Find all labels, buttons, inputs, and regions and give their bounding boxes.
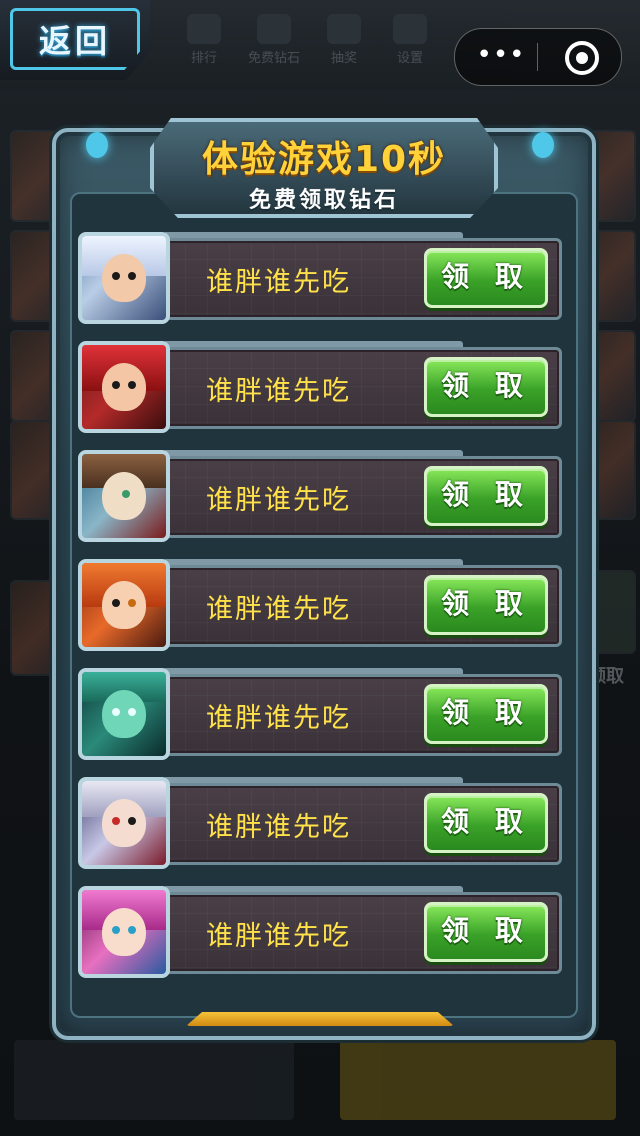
game-list-item: 谁胖谁先吃 领 取 [78, 886, 562, 978]
nav-lottery-label: 抽奖 [330, 51, 357, 66]
rank-icon [187, 14, 221, 44]
close-miniprogram-button[interactable] [565, 41, 599, 75]
avatar-eye [112, 381, 120, 389]
avatar-eye [128, 272, 136, 280]
nav-rank: 排行 [174, 14, 234, 66]
game-avatar [78, 886, 170, 978]
avatar-face [102, 690, 146, 738]
avatar-eye [112, 817, 120, 825]
diamond-icon [257, 14, 291, 44]
avatar-eye [128, 926, 136, 934]
dialog-title-plaque: 体验游戏10秒 免费领取钻石 [150, 118, 498, 218]
game-title: 谁胖谁先吃 [206, 267, 351, 298]
gear-icon [393, 14, 427, 44]
claim-button[interactable]: 领 取 [424, 684, 548, 744]
avatar-eye [128, 381, 136, 389]
game-avatar [78, 559, 170, 651]
claim-button[interactable]: 领 取 [424, 902, 548, 962]
game-list-item: 谁胖谁先吃 领 取 [78, 232, 562, 324]
background-bottom-right [340, 1040, 616, 1120]
game-list-item: 谁胖谁先吃 领 取 [78, 341, 562, 433]
dialog-subtitle: 免费领取钻石 [248, 188, 399, 213]
claim-button[interactable]: 领 取 [424, 575, 548, 635]
game-avatar [78, 777, 170, 869]
game-title: 谁胖谁先吃 [206, 921, 351, 952]
avatar-face [102, 363, 146, 411]
dialog-title: 体验游戏10秒 [201, 139, 447, 180]
nav-free-diamonds-label: 免费钻石 [247, 51, 300, 66]
avatar-face [102, 254, 146, 302]
nav-settings-label: 设置 [396, 51, 423, 66]
avatar-eye [112, 926, 120, 934]
game-avatar [78, 668, 170, 760]
capsule-divider [537, 43, 538, 71]
game-list-item: 谁胖谁先吃 领 取 [78, 559, 562, 651]
game-list-item: 谁胖谁先吃 领 取 [78, 450, 562, 542]
game-screen: 排行 免费钻石 抽奖 设置 领取 返回 ••• 体验游戏10秒 免费领取钻石 谁… [0, 0, 640, 1136]
game-avatar [78, 450, 170, 542]
nav-free-diamonds: 免费钻石 [244, 14, 304, 66]
nav-lottery: 抽奖 [314, 14, 374, 66]
claim-button[interactable]: 领 取 [424, 466, 548, 526]
avatar-eye [122, 490, 130, 498]
background-bottom-left [14, 1040, 294, 1120]
nav-settings: 设置 [380, 14, 440, 66]
game-title: 谁胖谁先吃 [206, 594, 351, 625]
claim-button[interactable]: 领 取 [424, 357, 548, 417]
back-button-label: 返回 [10, 8, 140, 70]
avatar-face [102, 799, 146, 847]
more-options-button[interactable]: ••• [473, 33, 529, 81]
gift-icon [327, 14, 361, 44]
back-button[interactable]: 返回 [0, 0, 150, 80]
avatar-eye [112, 272, 120, 280]
dialog-light-left [86, 132, 108, 158]
avatar-face [102, 908, 146, 956]
avatar-eye [128, 599, 136, 607]
nav-rank-label: 排行 [190, 51, 217, 66]
miniprogram-capsule: ••• [454, 28, 622, 86]
claim-button[interactable]: 领 取 [424, 248, 548, 308]
game-title: 谁胖谁先吃 [206, 703, 351, 734]
game-title: 谁胖谁先吃 [206, 485, 351, 516]
game-title: 谁胖谁先吃 [206, 812, 351, 843]
game-avatar [78, 232, 170, 324]
game-avatar [78, 341, 170, 433]
claim-button[interactable]: 领 取 [424, 793, 548, 853]
avatar-face [102, 581, 146, 629]
dialog-footer-bar [186, 1012, 454, 1026]
avatar-eye [112, 708, 120, 716]
avatar-eye [128, 817, 136, 825]
dialog-light-right [532, 132, 554, 158]
avatar-eye [112, 599, 120, 607]
game-title: 谁胖谁先吃 [206, 376, 351, 407]
avatar-eye [128, 708, 136, 716]
game-list-item: 谁胖谁先吃 领 取 [78, 777, 562, 869]
game-list-item: 谁胖谁先吃 领 取 [78, 668, 562, 760]
